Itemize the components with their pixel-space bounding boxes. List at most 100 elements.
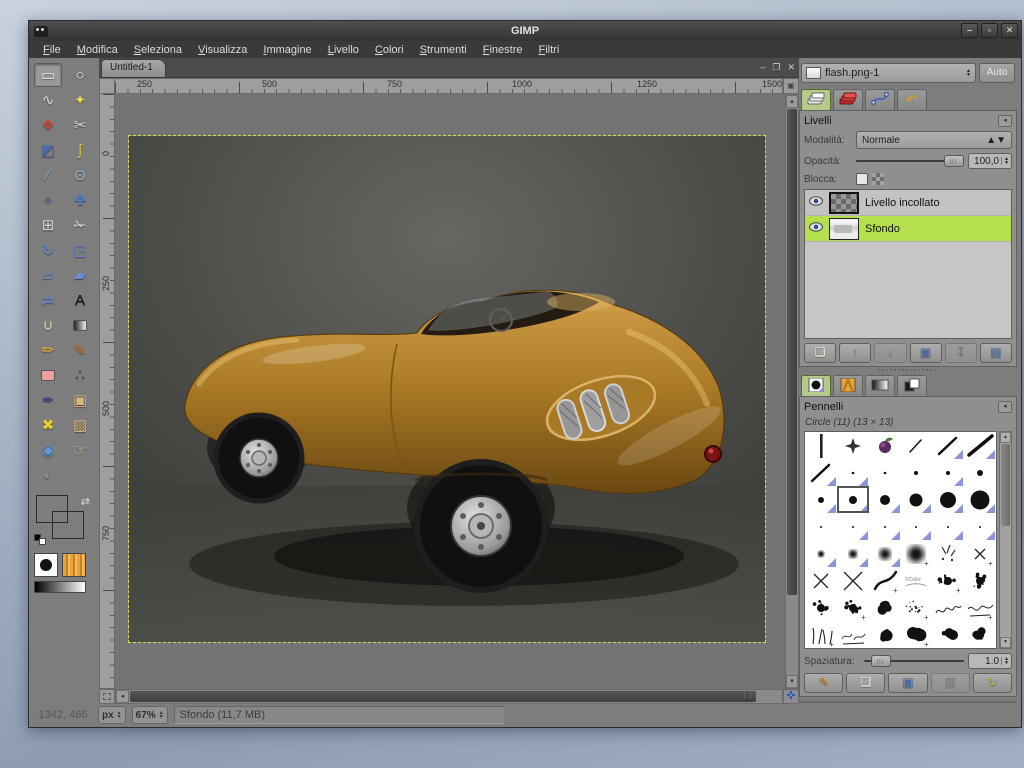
image-selector-arrows-icon[interactable]: ▲▼ (966, 69, 971, 77)
panel-menu-icon[interactable]: ◂ (998, 115, 1012, 127)
tool-perspective-clone[interactable]: ▨ (66, 413, 94, 437)
brush-cell[interactable] (869, 540, 901, 567)
brush-cell[interactable] (805, 594, 837, 621)
brush-cell[interactable]: + (837, 594, 869, 621)
brush-cell[interactable] (932, 621, 964, 648)
tool-gradient[interactable] (66, 313, 94, 337)
active-gradient-indicator[interactable] (34, 581, 86, 593)
tool-rectangle-select[interactable]: ▭ (34, 63, 62, 87)
spacing-spinbox[interactable]: 1.0 ▲▼ (968, 653, 1012, 669)
horizontal-scroll-thumb[interactable] (130, 691, 756, 702)
ruler-corner-button[interactable] (99, 78, 115, 94)
brush-cell[interactable] (805, 486, 837, 513)
tool-free-select[interactable]: ∿ (34, 88, 62, 112)
duplicate-brush-button[interactable]: ▣ (888, 673, 927, 693)
tab-gradients[interactable] (865, 375, 895, 396)
brush-cell[interactable] (932, 594, 964, 621)
image-selector[interactable]: flash.png-1 ▲▼ (801, 63, 976, 83)
tool-scale[interactable]: ◳ (66, 238, 94, 262)
horizontal-scrollbar[interactable]: ◂ (115, 689, 783, 704)
active-brush-indicator[interactable] (34, 553, 58, 577)
brush-cell[interactable] (805, 432, 837, 459)
layer-mode-select[interactable]: Normale ▲▼ (856, 131, 1012, 149)
tool-zoom[interactable]: ⊙ (66, 163, 94, 187)
opacity-slider-handle[interactable] (944, 155, 964, 167)
active-pattern-indicator[interactable] (62, 553, 86, 577)
tool-text[interactable]: A (66, 288, 94, 312)
delete-layer-button[interactable]: ▤ (980, 343, 1012, 363)
tool-rotate[interactable]: ↻ (34, 238, 62, 262)
tab-patterns[interactable] (833, 375, 863, 396)
brush-cell[interactable] (837, 432, 869, 459)
spacing-spin-icon[interactable]: ▲▼ (1001, 657, 1011, 665)
foreground-color-swatch[interactable] (36, 495, 68, 523)
horizontal-ruler[interactable]: 250500750100012501500 (115, 78, 783, 94)
tool-flip[interactable]: ⇄ (34, 288, 62, 312)
brush-cell[interactable]: + (869, 567, 901, 594)
spacing-slider[interactable] (864, 654, 964, 668)
spacing-slider-handle[interactable] (871, 655, 891, 667)
brush-cell[interactable] (901, 459, 933, 486)
menu-filtri[interactable]: Filtri (531, 43, 568, 57)
menu-immagine[interactable]: Immagine (255, 43, 319, 57)
refresh-brushes-button[interactable]: ↻ (973, 673, 1012, 693)
unit-select[interactable]: px ▲▼ (98, 706, 126, 724)
brush-cell[interactable] (869, 513, 901, 540)
menu-colori[interactable]: Colori (367, 43, 412, 57)
brush-scroll-up-icon[interactable]: ▴ (1000, 432, 1011, 443)
brush-cell[interactable] (837, 621, 869, 648)
zoom-fit-toggle-button[interactable]: ▣ (783, 78, 799, 94)
zoom-select[interactable]: 67% ▲▼ (132, 706, 168, 724)
tool-foreground-select[interactable]: ◩ (34, 138, 62, 162)
visibility-eye-icon[interactable] (809, 196, 823, 209)
brush-cell[interactable]: + (805, 621, 837, 648)
minimize-button[interactable]: – (961, 23, 978, 38)
tool-pencil[interactable]: ✏ (34, 338, 62, 362)
duplicate-layer-button[interactable]: ▣ (910, 343, 942, 363)
brush-cell[interactable] (964, 459, 996, 486)
brush-cell[interactable]: + (964, 540, 996, 567)
tab-brushes[interactable] (801, 375, 831, 396)
brush-cell[interactable] (837, 513, 869, 540)
tab-paths[interactable] (865, 89, 895, 110)
brush-cell[interactable]: ©Celtic (901, 567, 933, 594)
brush-cell[interactable] (869, 432, 901, 459)
tool-ellipse-select[interactable]: ○ (66, 63, 94, 87)
swap-colors-icon[interactable]: ⇄ (81, 495, 90, 508)
quick-mask-toggle[interactable] (99, 689, 115, 704)
menu-strumenti[interactable]: Strumenti (412, 43, 475, 57)
brush-cell[interactable] (837, 459, 869, 486)
brush-scroll-down-icon[interactable]: ▾ (1000, 637, 1011, 648)
brush-cell[interactable] (837, 540, 869, 567)
brush-scrollbar[interactable]: ▴ ▾ (999, 431, 1012, 649)
opacity-spinbox[interactable]: 100,0 ▲▼ (968, 153, 1012, 169)
brush-cell[interactable]: + (901, 540, 933, 567)
tool-crop[interactable]: ✁ (66, 213, 94, 237)
menu-visualizza[interactable]: Visualizza (190, 43, 255, 57)
brush-cell[interactable]: + (901, 594, 933, 621)
close-button[interactable]: ✕ (1001, 23, 1018, 38)
menu-seleziona[interactable]: Seleziona (126, 43, 190, 57)
brush-cell[interactable] (869, 594, 901, 621)
lock-alpha-icon[interactable] (872, 173, 884, 185)
image-close-icon[interactable]: ✕ (787, 61, 795, 73)
tool-dodge-burn[interactable]: ◐ (34, 463, 62, 487)
tool-paintbrush[interactable]: ✎ (66, 338, 94, 362)
brush-cell[interactable] (932, 540, 964, 567)
tool-bucket-fill[interactable]: ∪ (34, 313, 62, 337)
scroll-left-icon[interactable]: ◂ (116, 690, 129, 703)
tool-heal[interactable]: ✖ (34, 413, 62, 437)
vertical-scrollbar[interactable]: ▴ ▾ (785, 94, 799, 689)
image-restore-icon[interactable]: ❐ (772, 61, 780, 73)
brush-cell[interactable] (805, 459, 837, 486)
lock-checkbox[interactable] (856, 173, 868, 185)
color-area[interactable]: ⇄ (34, 495, 90, 547)
brush-cell[interactable] (932, 459, 964, 486)
visibility-eye-icon[interactable] (809, 222, 823, 235)
brush-cell[interactable]: + (901, 621, 933, 648)
brush-cell[interactable] (805, 567, 837, 594)
image-tab[interactable]: Untitled-1 (101, 59, 166, 77)
tool-select-by-color[interactable]: ❖ (34, 113, 62, 137)
tab-layers[interactable] (801, 89, 831, 110)
vertical-ruler[interactable]: 0250500750 (99, 94, 115, 689)
